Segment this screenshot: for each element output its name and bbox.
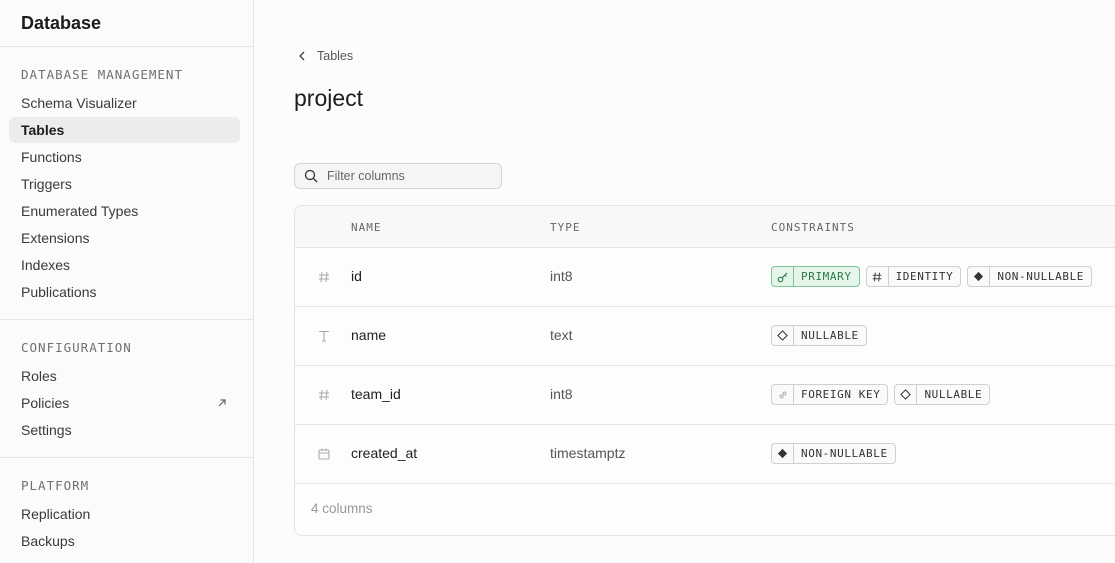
badge-label: NULLABLE (801, 329, 859, 342)
hash-icon (319, 271, 329, 283)
sidebar-item-schema-visualizer[interactable]: Schema Visualizer (9, 90, 240, 116)
external-link-icon (218, 399, 226, 407)
filter-columns-input[interactable] (327, 169, 497, 183)
main-content: Tables project NAME TYPE CONSTRAINTS id … (254, 0, 1115, 563)
badge-label: NON-NULLABLE (997, 270, 1085, 283)
column-count: 4 columns (311, 501, 373, 516)
table-row[interactable]: id int8 PRIMARY IDENTITY NON-NULLABLE (295, 248, 1115, 307)
hash-icon (872, 272, 882, 281)
badge-label: IDENTITY (895, 270, 954, 283)
foreign-key-badge: FOREIGN KEY (771, 384, 889, 405)
hash-icon (319, 389, 329, 401)
table-row[interactable]: team_id int8 FOREIGN KEY NULLABLE (295, 366, 1115, 425)
outline-diamond-icon (777, 330, 788, 341)
sidebar-title: Database (0, 0, 253, 47)
link-icon (778, 390, 787, 399)
constraints: FOREIGN KEY NULLABLE (771, 384, 991, 405)
sidebar-item-settings[interactable]: Settings (9, 417, 240, 443)
column-name: created_at (351, 445, 418, 461)
column-type: text (550, 327, 573, 343)
sidebar-item-label: Policies (21, 395, 70, 411)
sidebar-item-replication[interactable]: Replication (9, 501, 240, 527)
section-title: CONFIGURATION (21, 340, 132, 355)
sidebar-item-functions[interactable]: Functions (9, 144, 240, 170)
constraints: NON-NULLABLE (771, 443, 896, 464)
sidebar-item-tables[interactable]: Tables (9, 117, 240, 143)
constraints: NULLABLE (771, 325, 867, 346)
sidebar-item-policies[interactable]: Policies (9, 390, 240, 416)
sidebar-item-triggers[interactable]: Triggers (9, 171, 240, 197)
column-type: int8 (550, 386, 573, 402)
badge-label: PRIMARY (801, 270, 852, 283)
non-nullable-badge: NON-NULLABLE (967, 266, 1093, 287)
sidebar-item-enumerated-types[interactable]: Enumerated Types (9, 198, 240, 224)
sidebar-item-extensions[interactable]: Extensions (9, 225, 240, 251)
column-type: timestamptz (550, 445, 626, 461)
sidebar-item-backups[interactable]: Backups (9, 528, 240, 554)
text-type-icon (319, 330, 329, 342)
sidebar-item-roles[interactable]: Roles (9, 363, 240, 389)
section-title: PLATFORM (21, 478, 90, 493)
breadcrumb[interactable]: Tables (297, 49, 353, 63)
non-nullable-badge: NON-NULLABLE (771, 443, 896, 464)
badge-label: FOREIGN KEY (801, 388, 881, 401)
search-icon (304, 169, 318, 183)
table-row[interactable]: created_at timestamptz NON-NULLABLE (295, 425, 1115, 484)
column-name: team_id (351, 386, 401, 402)
columns-table: NAME TYPE CONSTRAINTS id int8 PRIMARY ID… (294, 205, 1115, 536)
section-title: DATABASE MANAGEMENT (21, 67, 183, 82)
chevron-left-icon (299, 51, 305, 61)
badge-label: NULLABLE (924, 388, 983, 401)
filter-columns-field[interactable] (294, 163, 502, 189)
header-name: NAME (351, 221, 382, 234)
calendar-icon (318, 448, 330, 460)
sidebar-item-publications[interactable]: Publications (9, 279, 240, 305)
outline-diamond-icon (900, 389, 912, 400)
table-header: NAME TYPE CONSTRAINTS (295, 206, 1115, 248)
header-constraints: CONSTRAINTS (771, 221, 855, 234)
column-type: int8 (550, 268, 573, 284)
column-name: name (351, 327, 387, 343)
section-database-management: DATABASE MANAGEMENT Schema Visualizer Ta… (0, 47, 253, 320)
primary-badge: PRIMARY (771, 266, 860, 287)
nullable-badge: NULLABLE (894, 384, 991, 405)
column-name: id (351, 268, 362, 284)
sidebar-item-indexes[interactable]: Indexes (9, 252, 240, 278)
filled-diamond-icon (777, 448, 788, 459)
sidebar: Database DATABASE MANAGEMENT Schema Visu… (0, 0, 254, 563)
page-title: project (294, 85, 364, 111)
section-configuration: CONFIGURATION Roles Policies Settings (0, 320, 253, 458)
filled-diamond-icon (974, 271, 984, 282)
identity-badge: IDENTITY (865, 266, 962, 287)
constraints: PRIMARY IDENTITY NON-NULLABLE (771, 266, 1093, 287)
breadcrumb-label: Tables (317, 49, 354, 63)
key-icon (777, 272, 787, 282)
section-platform: PLATFORM Replication Backups (0, 458, 253, 563)
table-row[interactable]: name text NULLABLE (295, 307, 1115, 366)
header-type: TYPE (550, 221, 581, 234)
nullable-badge: NULLABLE (771, 325, 867, 346)
badge-label: NON-NULLABLE (801, 447, 888, 460)
